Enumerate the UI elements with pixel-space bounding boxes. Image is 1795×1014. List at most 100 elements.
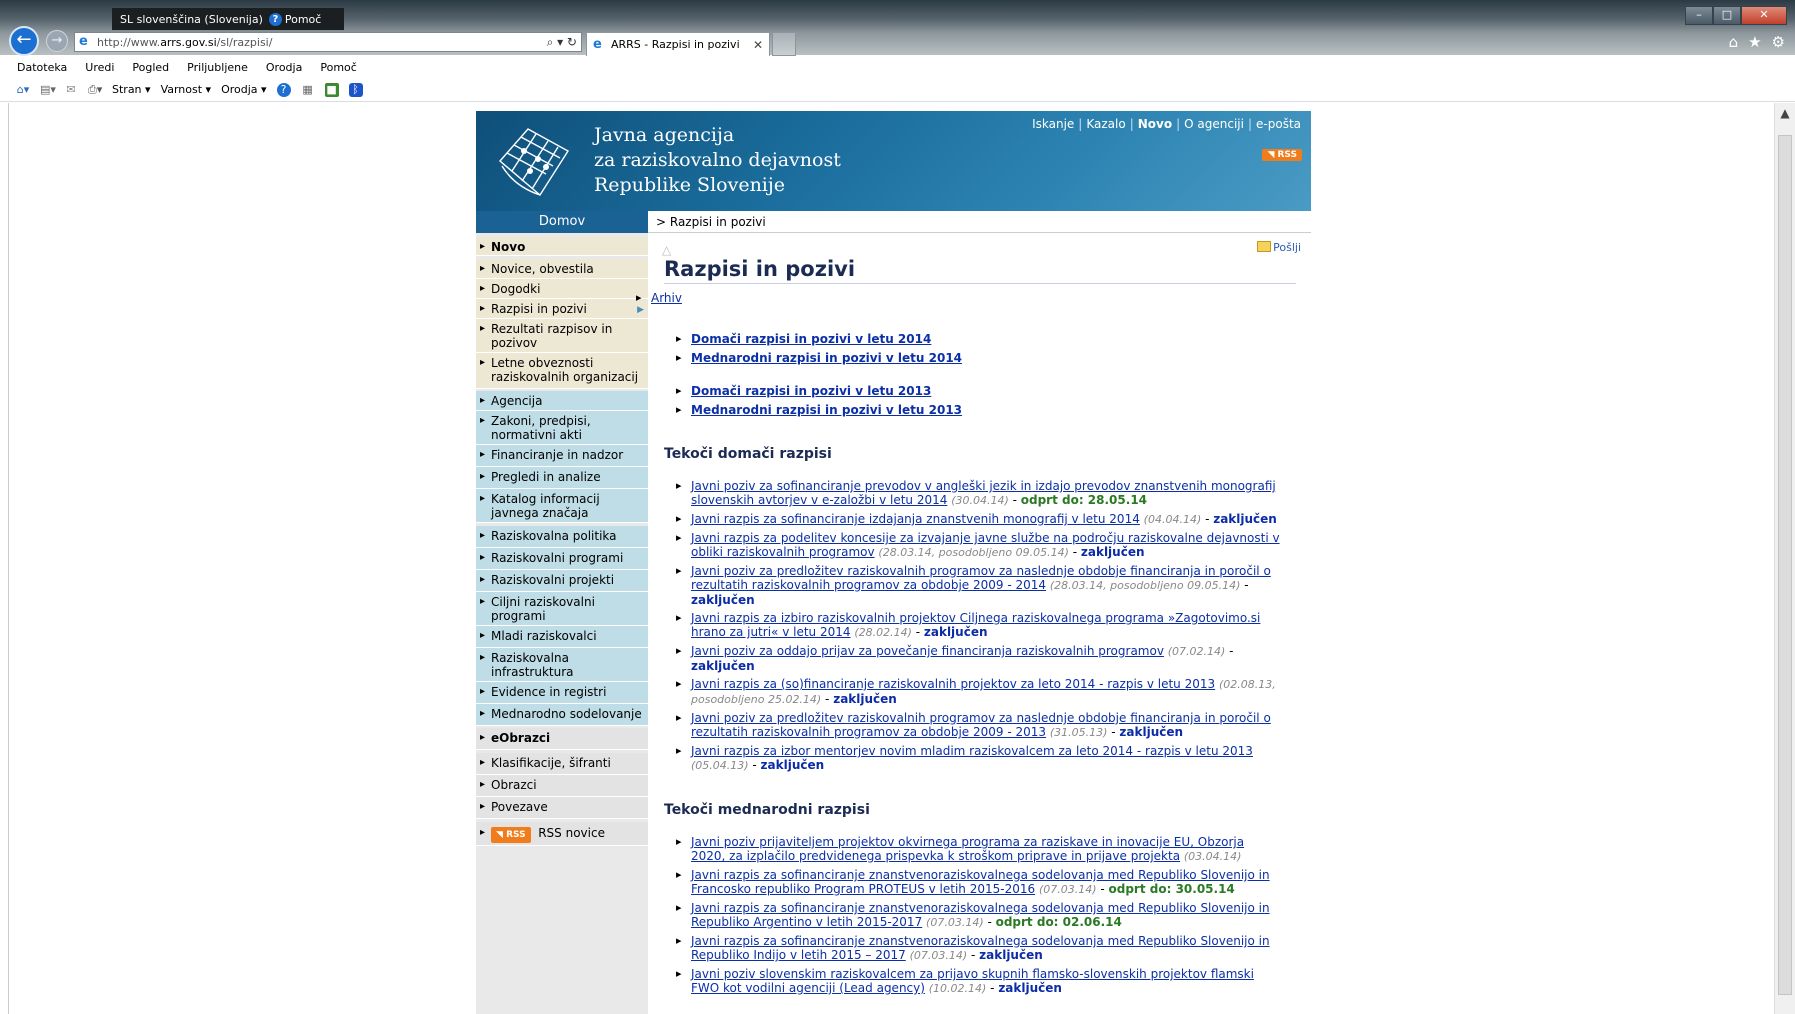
sidebar-item-projekti[interactable]: Raziskovalni projekti	[476, 570, 648, 592]
address-controls[interactable]: ⌕ ▾ ↻	[527, 35, 581, 50]
agency-title[interactable]: Javna agencija za raziskovalno dejavnost…	[594, 123, 841, 198]
maximize-button[interactable]: □	[1713, 6, 1741, 25]
archive-link[interactable]: Arhiv	[632, 291, 1295, 305]
sidebar-item-katalog[interactable]: Katalog informacij javnega značaja	[476, 489, 648, 523]
print-icon[interactable]: ⎙▾	[88, 83, 102, 97]
cmd-safety-menu[interactable]: Varnost ▾	[161, 83, 212, 96]
link-o-agenciji[interactable]: O agenciji	[1184, 117, 1244, 131]
back-button[interactable]: ←	[9, 26, 39, 56]
call-link[interactable]: Javni razpis za izbor mentorjev novim ml…	[691, 744, 1253, 758]
call-link[interactable]: Javni poziv za oddajo prijav za povečanj…	[691, 644, 1164, 658]
home-icon[interactable]: ⌂	[1729, 33, 1739, 51]
agency-title-line-2: za raziskovalno dejavnost	[594, 149, 841, 171]
sidebar-item-dogodki[interactable]: Dogodki	[476, 279, 648, 299]
mail-icon[interactable]: ✉	[64, 83, 78, 97]
menu-file[interactable]: Datoteka	[17, 61, 67, 74]
minimize-button[interactable]: –	[1685, 6, 1713, 25]
link-iskanje[interactable]: Iskanje	[1032, 117, 1074, 131]
sidebar-item-povezave[interactable]: Povezave	[476, 797, 648, 819]
status-badge: odprt do: 02.06.14	[995, 915, 1122, 929]
send-button[interactable]: Pošlji	[1257, 241, 1301, 254]
call-link[interactable]: Javni razpis za (so)financiranje razisko…	[691, 677, 1215, 691]
header-rss-button[interactable]: ◥ RSS	[1262, 146, 1302, 161]
sidebar-item-novice[interactable]: Novice, obvestila	[476, 259, 648, 279]
sidebar-item-evidence[interactable]: Evidence in registri	[476, 682, 648, 704]
status-separator: -	[748, 758, 761, 772]
new-tab-button[interactable]	[772, 32, 796, 56]
sidebar-item-politika[interactable]: Raziskovalna politika	[476, 526, 648, 548]
url-path: /sl/razpisi/	[216, 35, 273, 49]
sidebar-item-zakoni[interactable]: Zakoni, predpisi, normativni akti	[476, 411, 648, 445]
sidebar-item-agencija[interactable]: Agencija	[476, 391, 648, 411]
separator: |	[1078, 117, 1083, 131]
research-icon[interactable]: ▦	[301, 83, 315, 97]
forward-button[interactable]: →	[46, 30, 68, 52]
sidebar-item-klasifikacije[interactable]: Klasifikacije, šifranti	[476, 753, 648, 775]
cmd-tools-menu[interactable]: Orodja ▾	[221, 83, 266, 96]
link-domaci-2014[interactable]: Domači razpisi in pozivi v letu 2014	[691, 332, 931, 346]
sidebar-item-rezultati[interactable]: Rezultati razpisov in pozivov	[476, 319, 648, 353]
link-e-posta[interactable]: e-pošta	[1256, 117, 1301, 131]
feeds-icon[interactable]: ▤▾	[40, 83, 56, 97]
menu-edit[interactable]: Uredi	[85, 61, 114, 74]
language-label[interactable]: SL slovenščina (Slovenija)	[120, 13, 263, 26]
menu-help[interactable]: Pomoč	[320, 61, 356, 74]
page-viewport: Javna agencija za raziskovalno dejavnost…	[8, 103, 1776, 1014]
list-item: Javni razpis za sofinanciranje znanstven…	[672, 868, 1282, 897]
sidebar-item-programi[interactable]: Raziskovalni programi	[476, 548, 648, 570]
sidebar-item-pregledi[interactable]: Pregledi in analize	[476, 467, 648, 489]
sidebar-item-letne-obveznosti[interactable]: Letne obveznosti raziskovalnih organizac…	[476, 353, 648, 389]
nav-home[interactable]: Domov	[476, 211, 648, 233]
sidebar-item-mednarodno[interactable]: Mednarodno sodelovanje	[476, 704, 648, 726]
status-separator: -	[1107, 725, 1120, 739]
year-links-2013: Domači razpisi in pozivi v letu 2013 Med…	[672, 384, 1272, 417]
archive-link-text[interactable]: Arhiv	[651, 291, 682, 305]
language-bar[interactable]: SL slovenščina (Slovenija) ? Pomoč	[112, 8, 344, 30]
address-url[interactable]: http://www.arrs.gov.si/sl/razpisi/	[97, 36, 527, 49]
addon-icon[interactable]: ■	[324, 82, 339, 97]
link-domaci-2013[interactable]: Domači razpisi in pozivi v letu 2013	[691, 384, 931, 398]
menu-favorites[interactable]: Priljubljene	[187, 61, 248, 74]
status-separator: -	[1201, 512, 1214, 526]
domestic-list: Javni poziv za sofinanciranje prevodov v…	[672, 479, 1282, 777]
help-cmd-icon[interactable]: ?	[276, 82, 291, 97]
domestic-heading: Tekoči domači razpisi	[664, 446, 832, 462]
call-link[interactable]: Javni razpis za sofinanciranje izdajanja…	[691, 512, 1140, 526]
sidebar-item-infrastruktura[interactable]: Raziskovalna infrastruktura	[476, 648, 648, 682]
link-mednarodni-2014[interactable]: Mednarodni razpisi in pozivi v letu 2014	[691, 351, 962, 365]
menu-view[interactable]: Pogled	[132, 61, 169, 74]
sidebar-item-mladi[interactable]: Mladi raziskovalci	[476, 626, 648, 648]
tab-arrs[interactable]: e ARRS - Razpisi in pozivi ✕	[586, 32, 770, 56]
sidebar-item-financiranje[interactable]: Financiranje in nadzor	[476, 445, 648, 467]
list-item: Javni razpis za sofinanciranje izdajanja…	[672, 512, 1282, 527]
status-badge: zaključen	[923, 625, 988, 639]
favorites-star-icon[interactable]: ★	[1748, 33, 1761, 51]
gear-icon[interactable]: ⚙	[1772, 33, 1785, 51]
sidebar-item-razpisi[interactable]: Razpisi in pozivi ▶	[476, 299, 648, 319]
scroll-up-arrow-icon[interactable]: ▲	[1775, 103, 1795, 123]
link-kazalo[interactable]: Kazalo	[1086, 117, 1125, 131]
link-novo[interactable]: Novo	[1138, 117, 1172, 131]
tab-close-icon[interactable]: ✕	[753, 38, 769, 52]
address-bar[interactable]: e http://www.arrs.gov.si/sl/razpisi/ ⌕ ▾…	[74, 32, 582, 52]
bluetooth-icon[interactable]: ᛒ	[348, 82, 363, 97]
menu-tools[interactable]: Orodja	[266, 61, 302, 74]
call-link[interactable]: Javni poziv za predložitev raziskovalnih…	[691, 711, 1271, 739]
status-separator: -	[983, 915, 996, 929]
sidebar-item-rss[interactable]: ◥ RSS RSS novice	[476, 822, 648, 846]
close-window-button[interactable]: ✕	[1741, 6, 1787, 25]
link-mednarodni-2013[interactable]: Mednarodni razpisi in pozivi v letu 2013	[691, 403, 962, 417]
sidebar-item-obrazci[interactable]: Obrazci	[476, 775, 648, 797]
scrollbar[interactable]: ▲	[1774, 103, 1795, 1014]
date-meta: (03.04.14)	[1183, 850, 1242, 863]
sidebar-item-ciljni[interactable]: Ciljni raziskovalni programi	[476, 592, 648, 626]
envelope-icon	[1257, 241, 1272, 252]
cmd-page-menu[interactable]: Stran ▾	[112, 83, 151, 96]
sidebar-item-novo[interactable]: Novo	[476, 237, 648, 256]
cmd-safety-label: Varnost	[160, 83, 203, 96]
sidebar-item-eobrazci[interactable]: eObrazci	[476, 728, 648, 750]
scroll-thumb[interactable]	[1778, 135, 1792, 995]
call-link[interactable]: Javni poziv prijaviteljem projektov okvi…	[691, 835, 1244, 863]
help-button[interactable]: ? Pomoč	[268, 12, 321, 26]
home-cmd-icon[interactable]: ⌂▾	[16, 83, 30, 97]
